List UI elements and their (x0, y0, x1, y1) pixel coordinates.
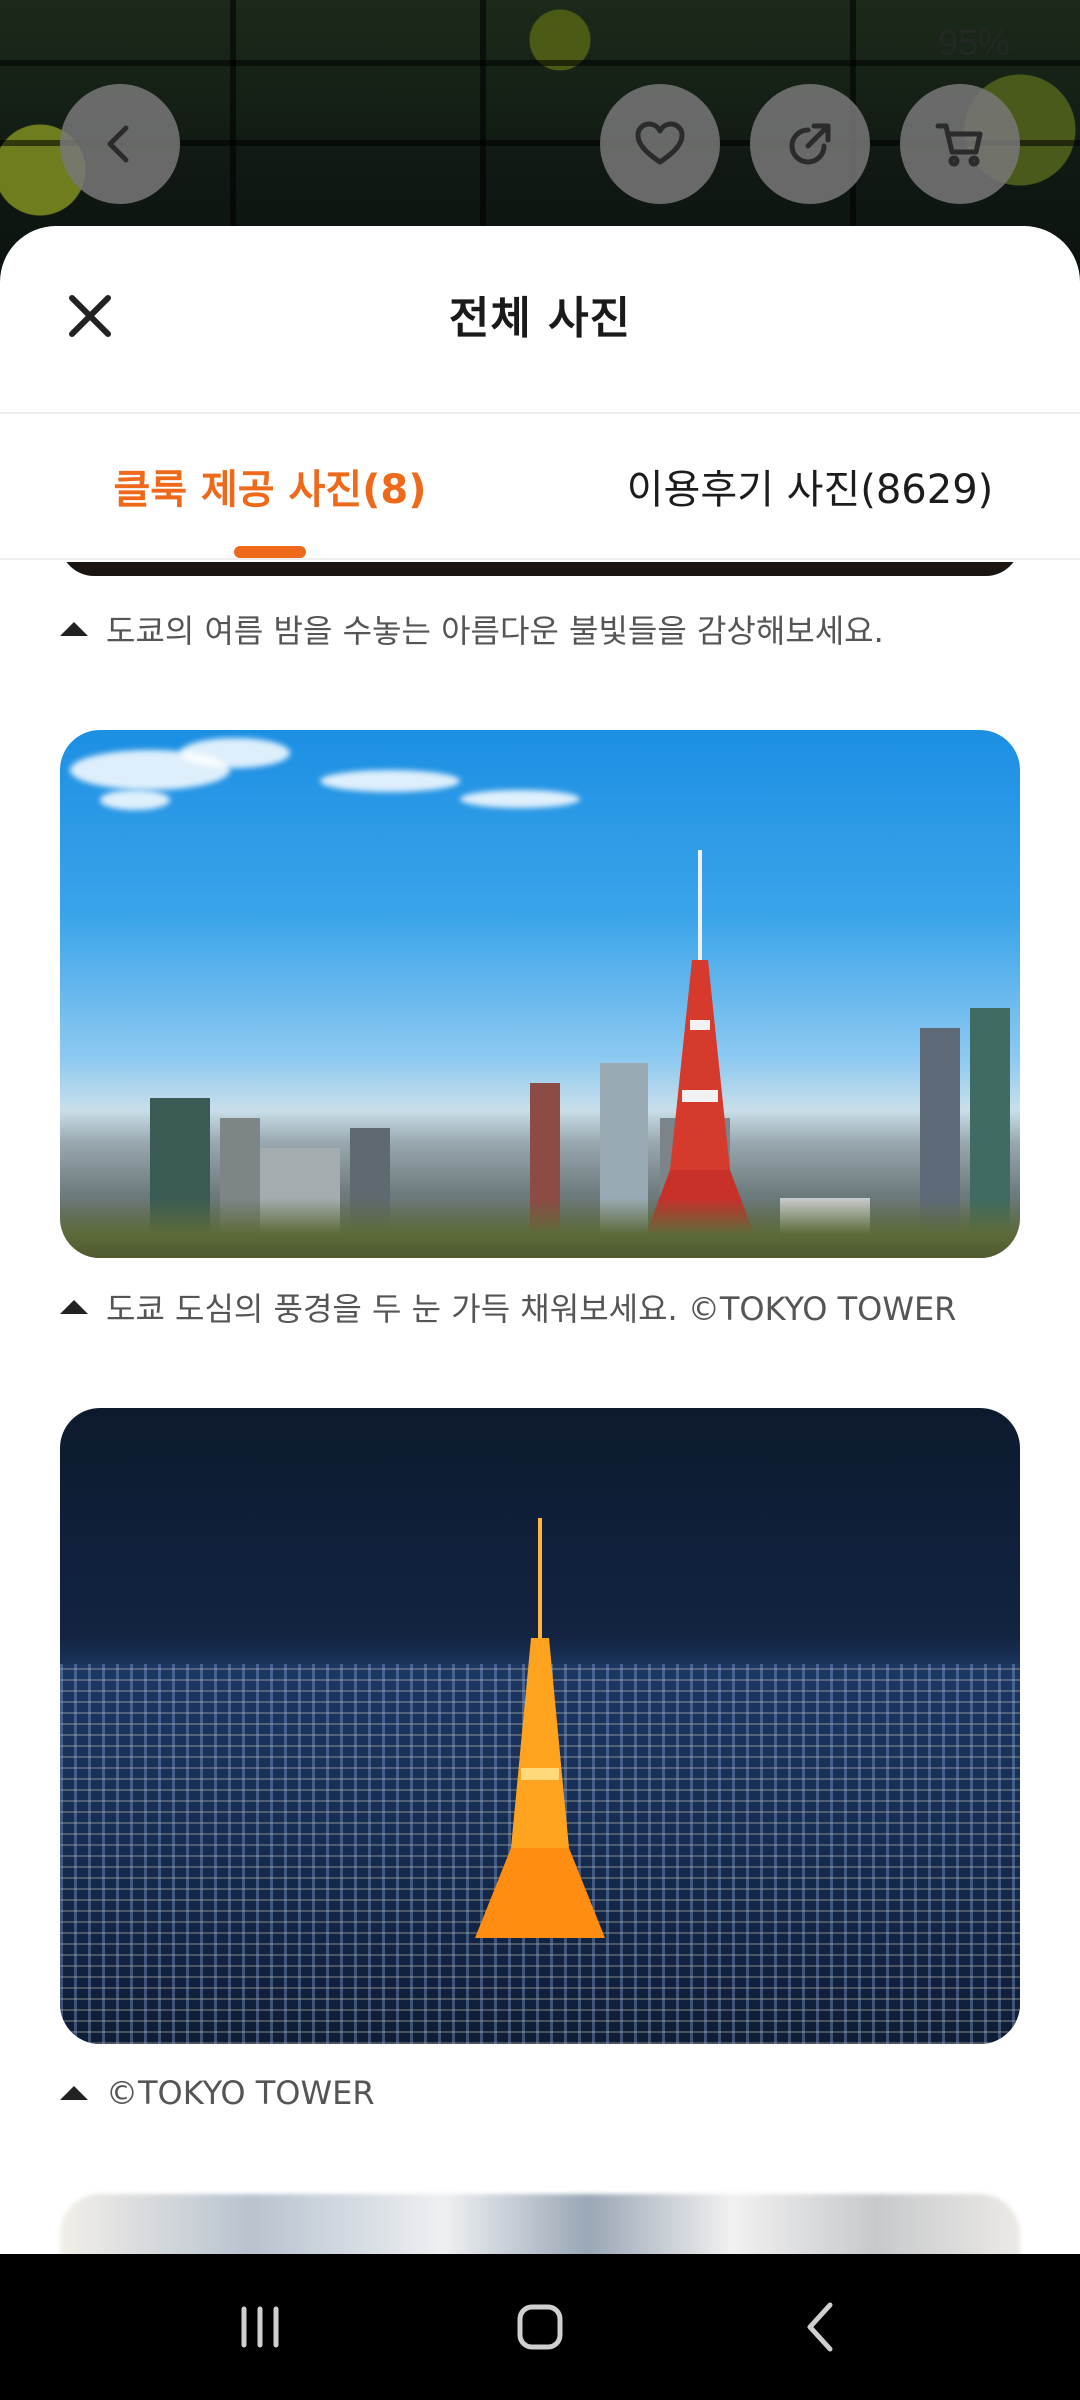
photo-caption: 도쿄의 여름 밤을 수놓는 아름다운 불빛들을 감상해보세요. (60, 606, 884, 652)
all-photos-sheet: 전체 사진 클룩 제공 사진(8) 이용후기 사진(8629) 도쿄의 여름 밤… (0, 226, 1080, 2254)
photo-caption: ©TOKYO TOWER (60, 2074, 375, 2112)
photo-partial-top[interactable] (60, 562, 1020, 576)
photo-caption: 도쿄 도심의 풍경을 두 눈 가득 채워보세요. ©TOKYO TOWER (60, 1284, 956, 1330)
sheet-header: 전체 사진 (0, 226, 1080, 414)
photo-list[interactable]: 도쿄의 여름 밤을 수놓는 아름다운 불빛들을 감상해보세요. 도쿄 도심의 풍… (0, 562, 1080, 2254)
wishlist-button[interactable] (600, 84, 720, 204)
tokyo-tower-night (475, 1518, 605, 1938)
battery-indicator: 95% (937, 22, 1010, 63)
back-button[interactable] (60, 84, 180, 204)
home-icon[interactable] (510, 2297, 570, 2357)
photo-tabs: 클룩 제공 사진(8) 이용후기 사진(8629) (0, 414, 1080, 560)
photo-partial-bottom[interactable] (60, 2194, 1020, 2254)
recent-apps-icon[interactable] (230, 2297, 290, 2357)
caption-triangle-icon (60, 622, 88, 636)
active-tab-indicator (234, 546, 306, 558)
heart-icon (635, 121, 685, 165)
photo-tokyo-day[interactable] (60, 730, 1020, 1258)
system-navigation-bar (0, 2254, 1080, 2400)
share-button[interactable] (750, 84, 870, 204)
photo-tokyo-night[interactable] (60, 1408, 1020, 2044)
caption-text: 도쿄의 여름 밤을 수놓는 아름다운 불빛들을 감상해보세요. (106, 612, 884, 650)
caption-triangle-icon (60, 1300, 88, 1314)
cart-icon (935, 123, 983, 167)
tab-klook-photos[interactable]: 클룩 제공 사진(8) (0, 414, 540, 558)
share-icon (789, 123, 831, 165)
chevron-left-icon (107, 125, 129, 163)
sheet-title: 전체 사진 (448, 293, 632, 344)
cart-button[interactable] (900, 84, 1020, 204)
caption-text: 도쿄 도심의 풍경을 두 눈 가득 채워보세요. ©TOKYO TOWER (106, 1290, 957, 1328)
caption-triangle-icon (60, 2086, 88, 2100)
tokyo-tower-day (640, 850, 760, 1250)
tab-review-photos[interactable]: 이용후기 사진(8629) (540, 414, 1080, 558)
caption-text: ©TOKYO TOWER (106, 2074, 375, 2112)
back-icon[interactable] (790, 2297, 850, 2357)
